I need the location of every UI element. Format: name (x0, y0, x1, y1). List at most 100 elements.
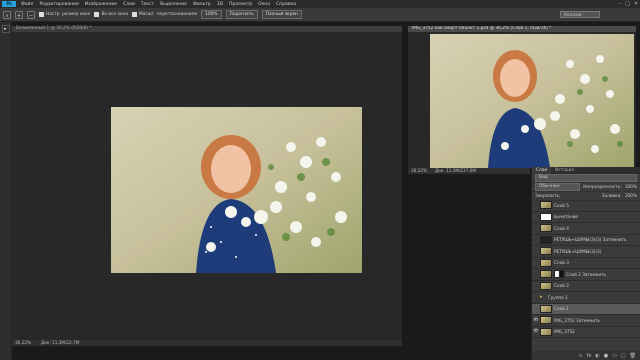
tab-history[interactable]: История (551, 167, 578, 174)
layer-row[interactable]: Слой 4 (532, 223, 640, 235)
layer-row[interactable]: Слой 5 (532, 200, 640, 212)
layer-row[interactable]: РЕТУШЬ+ШУМЫ(3)(3) (532, 246, 640, 258)
opacity-label: Непрозрачность: (583, 184, 622, 190)
move-tool-icon[interactable]: ▸ (1, 25, 10, 33)
layer-name: Слой 4 (554, 225, 569, 231)
layer-thumbnail (540, 201, 552, 210)
layer-name: IMG_3752 (554, 329, 575, 335)
menu-window[interactable]: Окно (255, 2, 273, 7)
new-group-icon[interactable]: ▭ (612, 353, 617, 359)
scrubby-zoom-checkbox[interactable]: Масшт. перетаскиванием (132, 12, 197, 17)
layer-name: Группа 1 (548, 294, 568, 300)
layer-row[interactable]: Слой 2 Затемнить (532, 269, 640, 281)
document-size: Док: 11,3М/237,6М (434, 168, 477, 173)
menu-image[interactable]: Изображение (82, 2, 120, 7)
fill-label: Заливка: (601, 193, 622, 199)
zoom-level[interactable]: 36,22% (411, 168, 427, 174)
zoom-in-icon[interactable]: + (15, 10, 23, 19)
menu-3d[interactable]: 3D (214, 2, 226, 7)
layer-row[interactable]: ▸ Группа 1 (532, 292, 640, 304)
resize-windows-label: Настр. размер окон (46, 12, 91, 17)
layer-thumbnail (540, 316, 552, 325)
layer-thumbnail (540, 327, 552, 336)
layer-row[interactable]: вычитание (532, 212, 640, 223)
layer-thumbnail (540, 304, 552, 313)
layer-name: Слой 1 (554, 306, 569, 312)
photo-image (430, 34, 634, 168)
document-size: Док: 11,3М/22,7М (40, 340, 80, 345)
all-windows-checkbox[interactable]: Во все окна (94, 12, 128, 17)
options-bar: ⌕ + − Настр. размер окон Во все окна Мас… (0, 8, 640, 22)
zoom-tool-icon[interactable]: ⌕ (3, 10, 11, 19)
menu-select[interactable]: Выделение (157, 2, 190, 7)
layer-row[interactable]: Слой 3 (532, 258, 640, 269)
layer-thumbnail (540, 212, 552, 221)
fx-icon[interactable]: fx (587, 353, 592, 359)
minimize-icon[interactable]: – (619, 1, 622, 7)
tools-panel: ▸ (0, 22, 12, 360)
layer-filter-select[interactable]: Вид (535, 174, 637, 182)
scrubby-zoom-label: Масшт. перетаскиванием (139, 12, 198, 17)
link-layers-icon[interactable]: ∞ (579, 353, 583, 359)
opacity-input[interactable]: 100% (625, 185, 637, 190)
layer-row[interactable]: Слой 2 (532, 281, 640, 292)
layer-name: РЕТУШЬ+ШУМЫ(3)(3) Затемнить (554, 237, 627, 243)
zoom-out-icon[interactable]: − (27, 10, 35, 19)
zoom-level[interactable]: 36,22% (15, 340, 31, 346)
photo-image (111, 107, 362, 273)
document-status-1: 36,22% Док: 11,3М/22,7М (12, 340, 402, 346)
layers-panel: Слои История Вид Обычные Непрозрачность:… (531, 167, 640, 360)
canvas-1[interactable] (12, 32, 402, 340)
menu-view[interactable]: Просмотр (226, 2, 255, 7)
layer-name: вычитание (554, 214, 579, 220)
adjustment-layer-icon[interactable]: ● (604, 353, 608, 359)
layer-name: Слой 3 (554, 260, 569, 266)
layer-row[interactable]: РЕТУШЬ+ШУМЫ(3)(3) Затемнить (532, 235, 640, 246)
new-layer-icon[interactable]: ▢ (621, 353, 626, 359)
blend-mode-select[interactable]: Обычные (535, 183, 581, 191)
zoom-100-button[interactable]: 100% (201, 10, 222, 19)
fill-input[interactable]: 100% (625, 194, 637, 199)
layer-row[interactable]: Слой 1 (532, 303, 640, 315)
document-status-2: 36,22% Док: 11,3М/237,6М (408, 168, 530, 174)
visibility-eye-icon[interactable]: 👁 (532, 329, 540, 334)
layer-name: IMG_3752 Затемнить (554, 317, 600, 323)
close-icon[interactable]: ✕ (634, 1, 638, 7)
menu-filter[interactable]: Фильтр (190, 2, 214, 7)
menu-file[interactable]: Файл (18, 2, 36, 7)
menu-type[interactable]: Текст (138, 2, 157, 7)
fit-screen-button[interactable]: Подогнать (225, 10, 258, 19)
maximize-icon[interactable]: □ (625, 1, 630, 7)
app-logo: Ps (2, 1, 16, 7)
layer-thumbnail (540, 270, 552, 279)
layers-list: Слой 5 вычитание Слой 4 РЕТУШЬ+ШУМЫ(3)(3) З… (532, 200, 640, 350)
layer-thumbnail (540, 235, 552, 244)
menu-help[interactable]: Справка (273, 2, 299, 7)
layer-name: Слой 5 (554, 202, 569, 208)
layer-thumbnail (540, 224, 552, 233)
workspace-select[interactable]: Коллаж (560, 11, 600, 18)
visibility-eye-icon[interactable]: 👁 (532, 318, 540, 323)
tab-layers[interactable]: Слои (532, 167, 552, 174)
menu-layers[interactable]: Слои (120, 2, 138, 7)
menu-edit[interactable]: Редактирование (36, 2, 81, 7)
trash-icon[interactable]: 🗑 (630, 353, 636, 359)
layer-mask-thumbnail[interactable] (554, 270, 564, 279)
resize-windows-checkbox[interactable]: Настр. размер окон (39, 12, 90, 17)
layer-row[interactable]: 👁 IMG_3752 (532, 327, 640, 338)
layer-name: РЕТУШЬ+ШУМЫ(3)(3) (554, 248, 602, 254)
layers-footer: ∞ fx ◐ ● ▭ ▢ 🗑 (532, 351, 640, 360)
layer-name: Слой 2 (554, 283, 569, 289)
folder-icon: ▸ (540, 294, 543, 301)
fill-screen-button[interactable]: Полный экран (261, 10, 302, 19)
layer-name: Слой 2 Затемнить (566, 271, 607, 277)
lock-label: Закрепить: (535, 193, 561, 199)
layer-thumbnail (540, 247, 552, 256)
layer-thumbnail (540, 258, 552, 267)
menu-bar: Ps Файл Редактирование Изображение Слои … (0, 0, 640, 8)
layer-thumbnail (540, 281, 552, 290)
all-windows-label: Во все окна (101, 12, 128, 17)
add-mask-icon[interactable]: ◐ (595, 353, 599, 359)
layer-row[interactable]: 👁 IMG_3752 Затемнить (532, 315, 640, 327)
canvas-2[interactable] (408, 32, 636, 168)
